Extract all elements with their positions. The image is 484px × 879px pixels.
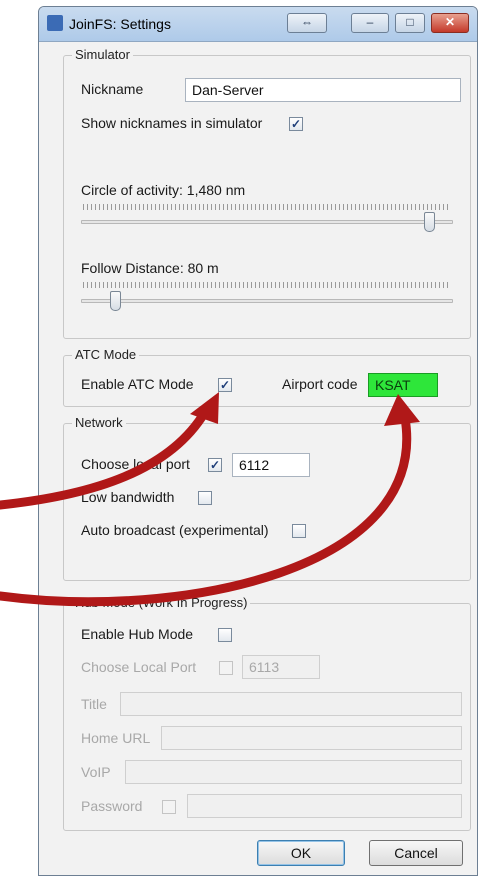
password-checkbox[interactable] [162,800,176,814]
window-title: JoinFS: Settings [69,16,171,32]
hub-mode-group: Hub Mode (Work In Progress) Enable Hub M… [63,595,471,831]
local-port-field[interactable]: 6112 [232,453,310,477]
circle-slider-thumb[interactable] [423,212,435,232]
simulator-group-title: Simulator [72,47,133,62]
show-nicknames-label: Show nicknames in simulator [81,115,263,131]
circle-slider-track[interactable] [81,220,453,224]
circle-ticks [83,204,451,210]
follow-slider-thumb[interactable] [109,291,121,311]
enable-atc-checkbox[interactable]: ✓ [218,378,232,392]
hub-title-label: Title [81,696,107,712]
show-nicknames-checkbox[interactable]: ✓ [289,117,303,131]
follow-ticks [83,282,451,288]
ok-button[interactable]: OK [257,840,345,866]
network-group-title: Network [72,415,126,430]
enable-hub-label: Enable Hub Mode [81,626,194,642]
choose-local-port-label: Choose local port [81,456,190,472]
nickname-field[interactable]: Dan-Server [185,78,461,102]
minimize-icon[interactable]: – [351,13,389,33]
follow-slider-track[interactable] [81,299,453,303]
password-label: Password [81,798,143,814]
auto-broadcast-label: Auto broadcast (experimental) [81,522,269,538]
app-icon [47,15,63,31]
auto-broadcast-checkbox[interactable] [292,524,306,538]
title-bar[interactable]: JoinFS: Settings ⇔ – □ ✕ [39,7,477,42]
airport-code-field[interactable]: KSAT [368,373,438,397]
network-group: Network Choose local port ✓ 6112 Low ban… [63,415,471,581]
hub-local-port-label: Choose Local Port [81,659,197,675]
circle-of-activity-label: Circle of activity: 1,480 nm [81,182,246,198]
atc-mode-group: ATC Mode Enable ATC Mode ✓ Airport code … [63,347,471,407]
voip-field[interactable] [125,760,462,784]
settings-window: JoinFS: Settings ⇔ – □ ✕ Simulator Nickn… [38,6,478,876]
airport-code-label: Airport code [282,376,358,392]
nickname-label: Nickname [81,81,144,97]
password-field[interactable] [187,794,462,818]
swap-icon[interactable]: ⇔ [287,13,327,33]
hub-mode-group-title: Hub Mode (Work In Progress) [72,595,251,610]
low-bandwidth-label: Low bandwidth [81,489,175,505]
maximize-icon[interactable]: □ [395,13,425,33]
low-bandwidth-checkbox[interactable] [198,491,212,505]
hub-local-port-field[interactable]: 6113 [242,655,320,679]
follow-distance-label: Follow Distance: 80 m [81,260,219,276]
enable-atc-label: Enable ATC Mode [81,376,194,392]
hub-title-field[interactable] [120,692,462,716]
cancel-button[interactable]: Cancel [369,840,463,866]
voip-label: VoIP [81,764,111,780]
enable-hub-checkbox[interactable] [218,628,232,642]
home-url-label: Home URL [81,730,151,746]
close-icon[interactable]: ✕ [431,13,469,33]
simulator-group: Simulator Nickname Dan-Server Show nickn… [63,47,471,339]
hub-local-port-checkbox[interactable] [219,661,233,675]
choose-local-port-checkbox[interactable]: ✓ [208,458,222,472]
atc-mode-group-title: ATC Mode [72,347,140,362]
home-url-field[interactable] [161,726,462,750]
